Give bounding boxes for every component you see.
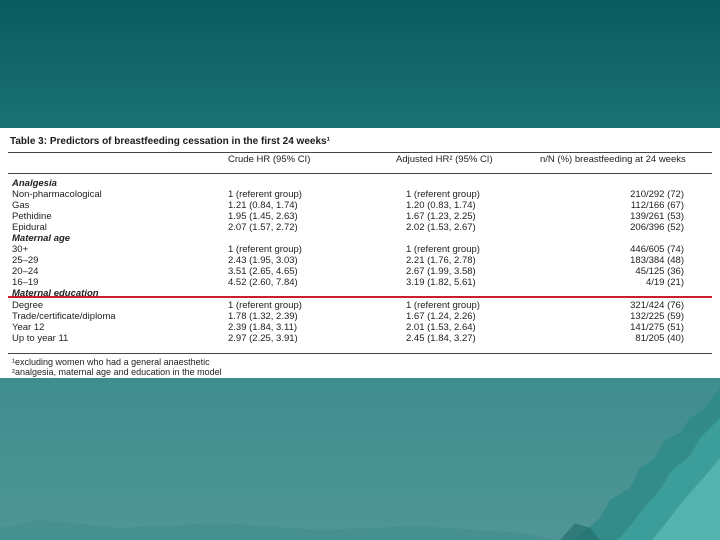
row-adjusted-hr: 1 (referent group) [406,300,480,311]
row-n-breastfeeding: 446/605 (74) [630,244,684,255]
row-adjusted-hr: 3.19 (1.82, 5.61) [406,277,476,288]
section-heading-analgesia: Analgesia [12,178,57,189]
row-crude-hr: 1 (referent group) [228,189,302,200]
row-n-breastfeeding: 45/125 (36) [635,266,684,277]
row-crude-hr: 3.51 (2.65, 4.65) [228,266,298,277]
row-n-breastfeeding: 321/424 (76) [630,300,684,311]
table-title: Table 3: Predictors of breastfeeding ces… [10,136,330,147]
row-crude-hr: 1 (referent group) [228,300,302,311]
row-adjusted-hr: 1 (referent group) [406,244,480,255]
slide: { "table": { "title": "Table 3: Predicto… [0,0,720,540]
row-crude-hr: 2.07 (1.57, 2.72) [228,222,298,233]
footnote-1: ¹excluding women who had a general anaes… [12,357,210,367]
slide-header-band [0,0,720,128]
row-label: 20–24 [12,266,39,277]
row-n-breastfeeding: 112/166 (67) [630,200,684,211]
row-adjusted-hr: 1.67 (1.23, 2.25) [406,211,476,222]
row-n-breastfeeding: 141/275 (51) [630,322,684,333]
row-label: Epidural [12,222,47,233]
table-bottom-rule [8,353,712,354]
row-crude-hr: 2.97 (2.25, 3.91) [228,333,298,344]
row-label: Non-pharmacological [12,189,102,200]
row-n-breastfeeding: 132/225 (59) [630,311,684,322]
glacier-decoration [0,388,720,540]
row-crude-hr: 2.39 (1.84, 3.11) [228,322,298,333]
row-adjusted-hr: 2.01 (1.53, 2.64) [406,322,476,333]
row-label: 16–19 [12,277,39,288]
row-crude-hr: 1.21 (0.84, 1.74) [228,200,298,211]
row-label: 25–29 [12,255,39,266]
row-label: Gas [12,200,30,211]
row-adjusted-hr: 2.02 (1.53, 2.67) [406,222,476,233]
row-label: Pethidine [12,211,52,222]
column-header-adjusted-hr: Adjusted HR² (95% CI) [396,154,493,165]
row-crude-hr: 4.52 (2.60, 7.84) [228,277,298,288]
column-header-crude-hr: Crude HR (95% CI) [228,154,311,165]
row-label: Degree [12,300,44,311]
row-n-breastfeeding: 4/19 (21) [645,277,684,288]
row-n-breastfeeding: 183/384 (48) [630,255,684,266]
row-label: Up to year 11 [12,333,69,344]
table-image: Table 3: Predictors of breastfeeding ces… [0,128,720,378]
row-n-breastfeeding: 81/205 (40) [635,333,684,344]
row-adjusted-hr: 1.67 (1.24, 2.26) [406,311,476,322]
row-adjusted-hr: 2.45 (1.84, 3.27) [406,333,476,344]
row-crude-hr: 1 (referent group) [228,244,302,255]
row-n-breastfeeding: 206/396 (52) [630,222,684,233]
row-label: 30+ [12,244,29,255]
row-crude-hr: 1.95 (1.45, 2.63) [228,211,298,222]
row-adjusted-hr: 1 (referent group) [406,189,480,200]
slide-footer-band [0,378,720,540]
footnote-2: ²analgesia, maternal age and education i… [12,367,222,377]
table-top-rule [8,152,712,153]
table-header-rule [8,173,712,174]
row-n-breastfeeding: 139/261 (53) [630,211,684,222]
section-heading-maternal-age: Maternal age [12,233,71,244]
row-adjusted-hr: 2.21 (1.76, 2.78) [406,255,476,266]
row-crude-hr: 1.78 (1.32, 2.39) [228,311,298,322]
row-label: Year 12 [12,322,45,333]
highlight-underline [8,296,712,298]
row-n-breastfeeding: 210/292 (72) [630,189,684,200]
row-label: Trade/certificate/diploma [12,311,116,322]
row-crude-hr: 2.43 (1.95, 3.03) [228,255,298,266]
column-header-breastfeeding: n/N (%) breastfeeding at 24 weeks [540,154,686,165]
row-adjusted-hr: 1.20 (0.83, 1.74) [406,200,476,211]
row-adjusted-hr: 2.67 (1.99, 3.58) [406,266,476,277]
